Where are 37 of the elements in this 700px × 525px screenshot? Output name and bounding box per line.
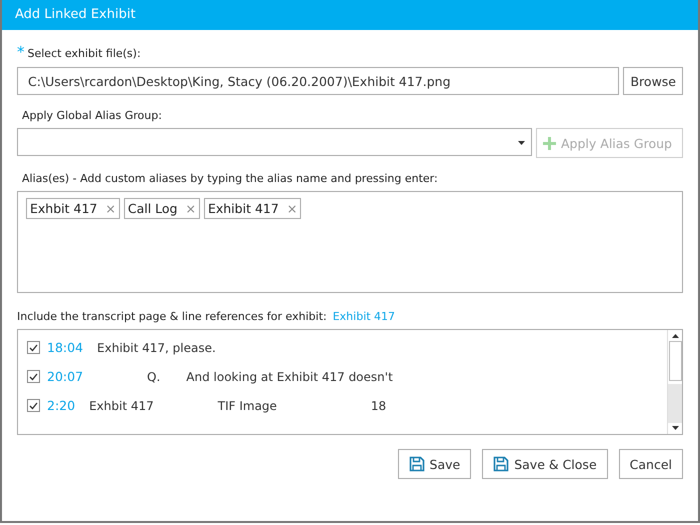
transcript-text: Exhibit 417, please. xyxy=(97,340,216,354)
remove-tag-button[interactable]: × xyxy=(185,201,196,216)
save-button[interactable]: Save & Close xyxy=(482,449,608,479)
transcript-text: And looking at Exhibit 417 doesn't xyxy=(186,370,393,384)
alias-group-label: Apply Global Alias Group: xyxy=(22,109,163,122)
checkbox[interactable] xyxy=(27,399,40,412)
aliases-label: Alias(es) - Add custom aliases by typing the alias name and pressing enter: xyxy=(22,172,439,185)
page-line-reference[interactable]: 18:04 xyxy=(47,340,84,355)
tag-text: Exhbit 417 xyxy=(30,201,98,216)
caret-icon xyxy=(518,141,525,145)
tag-text: Call Log xyxy=(128,201,178,216)
file-path-field[interactable]: C:\Users\rcardon\Desktop\King, Stacy (06.20.2007)\Exhibit 417.png xyxy=(17,67,620,95)
scroll-down-icon[interactable] xyxy=(672,426,678,430)
required-mark: * xyxy=(17,43,24,61)
exhibit-link[interactable]: Exhibit 417 xyxy=(332,310,396,323)
scroll-up-icon[interactable] xyxy=(672,334,678,338)
remove-tag-button[interactable]: × xyxy=(286,201,298,216)
window-title: Add Linked Exhibit xyxy=(2,0,698,30)
aliases-field[interactable]: Exhbit 417 × Call Log × Exhibit 417 × xyxy=(17,191,683,293)
tag-text: Exhibit 417 xyxy=(208,201,279,216)
checkbox[interactable] xyxy=(27,341,40,354)
remove-tag-button[interactable]: × xyxy=(105,201,116,216)
transcript-text: TIF Image xyxy=(218,398,277,412)
scroll-thumb[interactable] xyxy=(668,341,682,381)
scrollbar[interactable] xyxy=(667,330,682,434)
save-button[interactable]: Save xyxy=(398,449,472,479)
transcript-text: 18 xyxy=(370,398,386,412)
file-label: Select exhibit file(s): xyxy=(28,47,141,60)
plus-icon xyxy=(543,136,556,150)
references-label: Include the transcript page & line references for exhibit: xyxy=(17,310,327,323)
browse-button[interactable]: Browse xyxy=(623,67,683,95)
transcript-text: Exhbit 417 xyxy=(89,398,154,412)
cancel-button[interactable]: Cancel xyxy=(618,449,683,479)
page-line-reference[interactable]: 2:20 xyxy=(47,398,76,413)
transcript-text: Q. xyxy=(147,370,160,384)
checkbox[interactable] xyxy=(27,370,40,383)
page-line-reference[interactable]: 20:07 xyxy=(47,369,84,384)
